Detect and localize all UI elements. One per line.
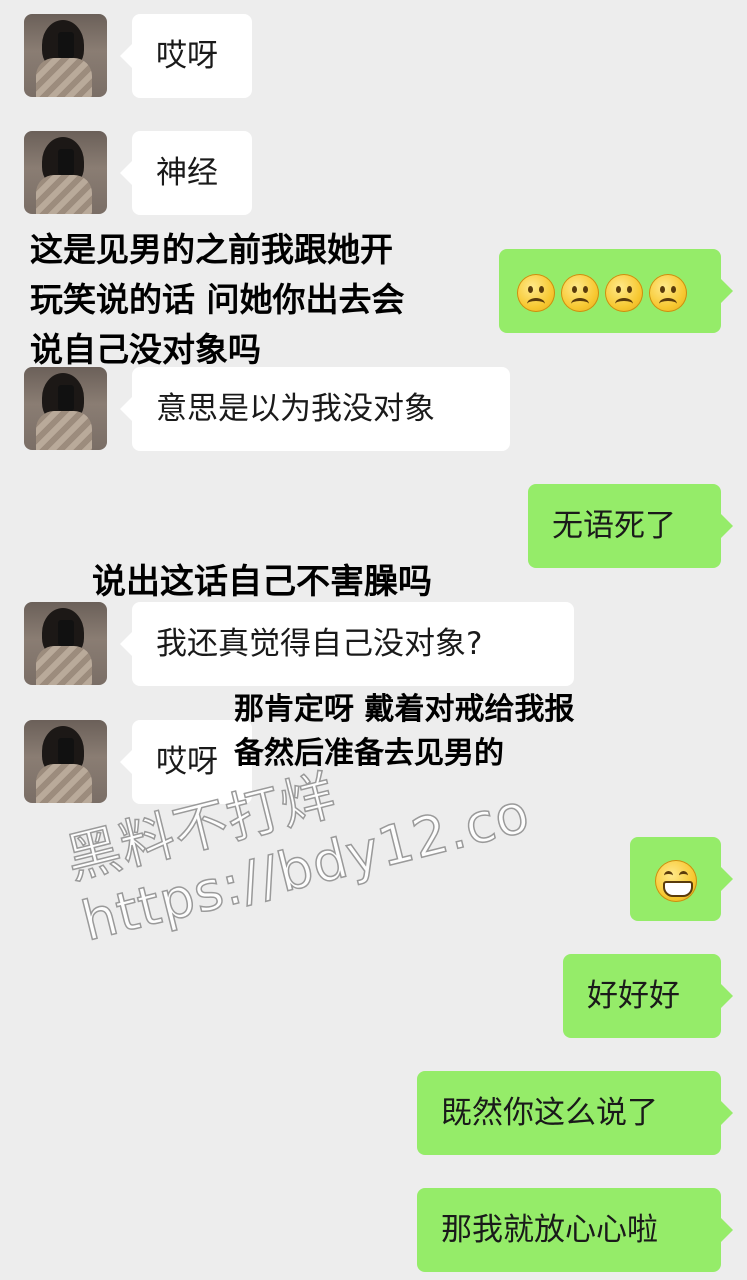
contact-avatar[interactable] [24, 367, 107, 450]
message-bubble-received[interactable]: 意思是以为我没对象 [120, 367, 510, 451]
sad-face-icon [649, 273, 687, 312]
watermark-url: https://bdy12.co [75, 780, 537, 954]
message-bubble-sent[interactable]: 那我就放心心啦 [417, 1188, 733, 1272]
message-bubble-received[interactable]: 哎呀 [120, 14, 252, 98]
sad-face-icon [517, 273, 555, 312]
message-bubble-received[interactable]: 神经 [120, 131, 252, 215]
annotation-line: 那肯定呀 戴着对戒给我报 [234, 692, 575, 727]
message-bubble-sent[interactable] [499, 249, 733, 333]
annotation-line: 备然后准备去见男的 [234, 736, 504, 771]
annotation-caption: 这是见男的之前我跟她开 玩笑说的话 问她你出去会 说自己没对象吗 [30, 225, 405, 375]
contact-avatar[interactable] [24, 720, 107, 803]
message-bubble-sent[interactable] [630, 837, 733, 921]
contact-avatar[interactable] [24, 131, 107, 214]
message-bubble-sent[interactable]: 好好好 [563, 954, 733, 1038]
message-bubble-received[interactable]: 我还真觉得自己没对象? [120, 602, 574, 686]
annotation-line: 玩笑说的话 问她你出去会 [30, 280, 405, 319]
contact-avatar[interactable] [24, 14, 107, 97]
sad-face-icon [561, 273, 599, 312]
annotation-caption: 说出这话自己不害臊吗 [92, 562, 432, 602]
sad-face-icon [605, 273, 643, 312]
message-bubble-sent[interactable]: 无语死了 [528, 484, 733, 568]
annotation-caption: 那肯定呀 戴着对戒给我报 备然后准备去见男的 [234, 688, 574, 776]
grin-face-icon [654, 859, 697, 902]
annotation-line: 这是见男的之前我跟她开 [30, 230, 393, 269]
message-bubble-sent[interactable]: 既然你这么说了 [417, 1071, 733, 1155]
contact-avatar[interactable] [24, 602, 107, 685]
